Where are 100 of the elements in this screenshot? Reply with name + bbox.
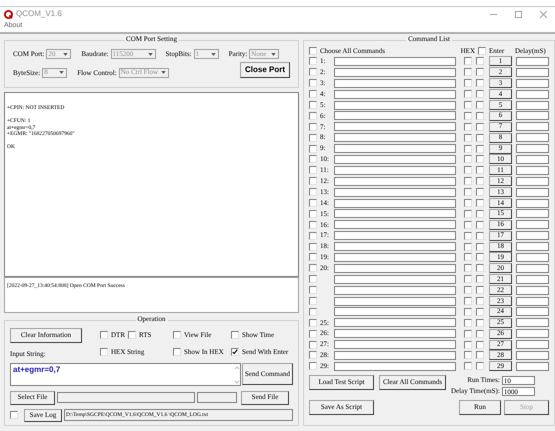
checkbox[interactable] <box>309 340 317 349</box>
delay-field[interactable] <box>516 220 549 230</box>
checkbox[interactable] <box>464 188 472 196</box>
checkbox[interactable] <box>309 144 317 153</box>
checkbox[interactable] <box>309 275 317 284</box>
checkbox[interactable] <box>464 330 472 338</box>
delay-field[interactable] <box>516 318 549 328</box>
command-field[interactable] <box>334 231 456 240</box>
checkbox[interactable] <box>464 253 472 262</box>
checkbox[interactable] <box>464 308 472 316</box>
delay-field[interactable] <box>516 188 549 197</box>
command-field[interactable] <box>334 144 456 154</box>
checkbox[interactable] <box>476 199 484 208</box>
checkbox[interactable] <box>476 330 484 338</box>
checkbox[interactable] <box>309 286 317 294</box>
checkbox[interactable] <box>464 57 472 66</box>
delay-field[interactable] <box>516 111 549 120</box>
command-field[interactable] <box>334 340 456 350</box>
command-field[interactable] <box>334 264 456 273</box>
command-field[interactable] <box>334 307 456 316</box>
checkbox[interactable] <box>476 134 484 142</box>
checkbox[interactable] <box>476 122 484 131</box>
checkbox[interactable] <box>309 134 317 142</box>
command-field[interactable] <box>334 176 456 186</box>
delay-field[interactable] <box>516 133 549 142</box>
command-field[interactable] <box>334 286 456 295</box>
delay-field[interactable] <box>516 362 549 371</box>
checkbox[interactable] <box>476 68 484 76</box>
checkbox[interactable] <box>476 112 484 120</box>
checkbox[interactable] <box>309 199 317 208</box>
checkbox[interactable] <box>464 210 472 218</box>
checkbox[interactable] <box>464 275 472 284</box>
command-field[interactable] <box>334 362 456 371</box>
delay-field[interactable] <box>516 154 549 164</box>
checkbox[interactable] <box>476 297 484 306</box>
command-field[interactable] <box>334 242 456 252</box>
command-field[interactable] <box>334 166 456 175</box>
command-field[interactable] <box>334 220 456 230</box>
command-field[interactable] <box>334 209 456 218</box>
close-port-button[interactable]: Close Port <box>240 62 290 78</box>
checkbox[interactable] <box>464 144 472 153</box>
delay-field[interactable] <box>516 198 549 208</box>
delay-field[interactable] <box>516 176 549 186</box>
checkbox[interactable] <box>476 308 484 316</box>
command-field[interactable] <box>334 122 456 132</box>
checkbox[interactable] <box>309 362 317 370</box>
checkbox[interactable] <box>464 199 472 208</box>
checkbox[interactable] <box>464 79 472 88</box>
checkbox[interactable] <box>476 242 484 251</box>
checkbox[interactable] <box>173 348 181 356</box>
command-field[interactable] <box>334 188 456 197</box>
checkbox[interactable] <box>309 242 317 251</box>
command-field[interactable] <box>334 154 456 164</box>
command-field[interactable] <box>334 252 456 262</box>
checkbox[interactable] <box>464 68 472 76</box>
checkbox[interactable] <box>464 220 472 229</box>
checkbox[interactable] <box>231 348 239 356</box>
checkbox[interactable] <box>309 210 317 218</box>
checkbox[interactable] <box>476 232 484 240</box>
delay-field[interactable] <box>516 350 549 360</box>
delay-field[interactable] <box>516 329 549 338</box>
checkbox[interactable] <box>309 351 317 360</box>
checkbox[interactable] <box>476 144 484 153</box>
checkbox[interactable] <box>464 122 472 131</box>
checkbox[interactable] <box>478 47 486 55</box>
delay-field[interactable] <box>516 100 549 110</box>
checkbox[interactable] <box>476 220 484 229</box>
checkbox[interactable] <box>464 177 472 186</box>
checkbox[interactable] <box>464 155 472 164</box>
command-field[interactable] <box>334 329 456 338</box>
command-field[interactable] <box>334 78 456 88</box>
checkbox[interactable] <box>464 101 472 109</box>
checkbox[interactable] <box>464 297 472 306</box>
checkbox[interactable] <box>309 220 317 229</box>
checkbox[interactable] <box>309 101 317 109</box>
close-icon[interactable] <box>540 10 547 18</box>
checkbox[interactable] <box>464 351 472 360</box>
delay-field[interactable] <box>516 90 549 99</box>
delay-field[interactable] <box>516 144 549 154</box>
checkbox[interactable] <box>309 122 317 131</box>
delay-field[interactable] <box>516 274 549 284</box>
command-field[interactable] <box>334 56 456 66</box>
checkbox[interactable] <box>476 362 484 370</box>
delay-field[interactable] <box>516 166 549 175</box>
checkbox[interactable] <box>173 331 181 340</box>
command-field[interactable] <box>334 350 456 360</box>
checkbox[interactable] <box>309 264 317 272</box>
checkbox[interactable] <box>309 57 317 66</box>
delay-field[interactable] <box>516 307 549 316</box>
checkbox[interactable] <box>464 264 472 272</box>
delay-field[interactable] <box>516 296 549 306</box>
checkbox[interactable] <box>309 112 317 120</box>
checkbox[interactable] <box>464 362 472 370</box>
checkbox[interactable] <box>100 331 108 340</box>
checkbox[interactable] <box>476 155 484 164</box>
checkbox[interactable] <box>464 134 472 142</box>
command-field[interactable] <box>334 198 456 208</box>
checkbox[interactable] <box>464 90 472 98</box>
command-field[interactable] <box>334 68 456 77</box>
checkbox[interactable] <box>464 286 472 294</box>
